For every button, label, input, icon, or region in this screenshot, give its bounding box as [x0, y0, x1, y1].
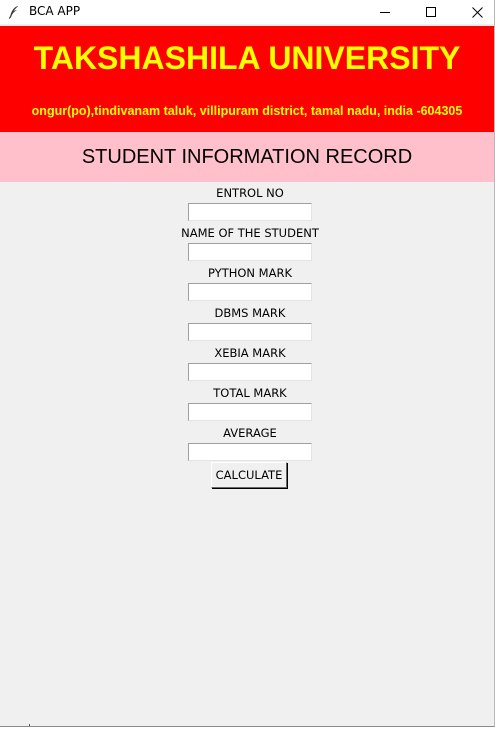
- minimize-icon: [380, 12, 390, 13]
- entrol-no-input[interactable]: [188, 203, 312, 221]
- calculate-button[interactable]: CALCULATE: [211, 462, 287, 488]
- window-resize-edge[interactable]: [29, 724, 30, 726]
- dbms-mark-label: DBMS MARK: [214, 306, 286, 320]
- window-title: BCA APP: [29, 4, 81, 18]
- student-name-label: NAME OF THE STUDENT: [181, 226, 319, 240]
- university-address: ongur(po),tindivanam taluk, villipuram d…: [31, 104, 463, 118]
- university-header: TAKSHASHILA UNIVERSITY ongur(po),tindiva…: [0, 26, 494, 132]
- python-mark-label: PYTHON MARK: [207, 266, 292, 280]
- average-label: AVERAGE: [223, 426, 277, 440]
- entrol-no-label: ENTROL NO: [216, 186, 284, 200]
- section-banner: STUDENT INFORMATION RECORD: [0, 132, 494, 182]
- app-window: BCA APP TAKSHASHILA UNIVERSITY ongur(po)…: [0, 0, 495, 727]
- minimize-button[interactable]: [362, 0, 408, 24]
- student-name-input[interactable]: [188, 243, 312, 261]
- university-title: TAKSHASHILA UNIVERSITY: [33, 40, 461, 76]
- maximize-icon: [426, 7, 436, 17]
- maximize-button[interactable]: [408, 0, 454, 24]
- feather-icon: [8, 4, 20, 19]
- average-input[interactable]: [188, 443, 312, 461]
- close-button[interactable]: [454, 0, 494, 24]
- xebia-mark-label: XEBIA MARK: [214, 346, 286, 360]
- total-mark-input[interactable]: [188, 403, 312, 421]
- close-icon: [471, 6, 483, 18]
- page-title: STUDENT INFORMATION RECORD: [81, 146, 413, 168]
- dbms-mark-input[interactable]: [188, 323, 312, 341]
- python-mark-input[interactable]: [188, 283, 312, 301]
- xebia-mark-input[interactable]: [188, 363, 312, 381]
- total-mark-label: TOTAL MARK: [213, 386, 287, 400]
- title-bar[interactable]: BCA APP: [0, 0, 494, 24]
